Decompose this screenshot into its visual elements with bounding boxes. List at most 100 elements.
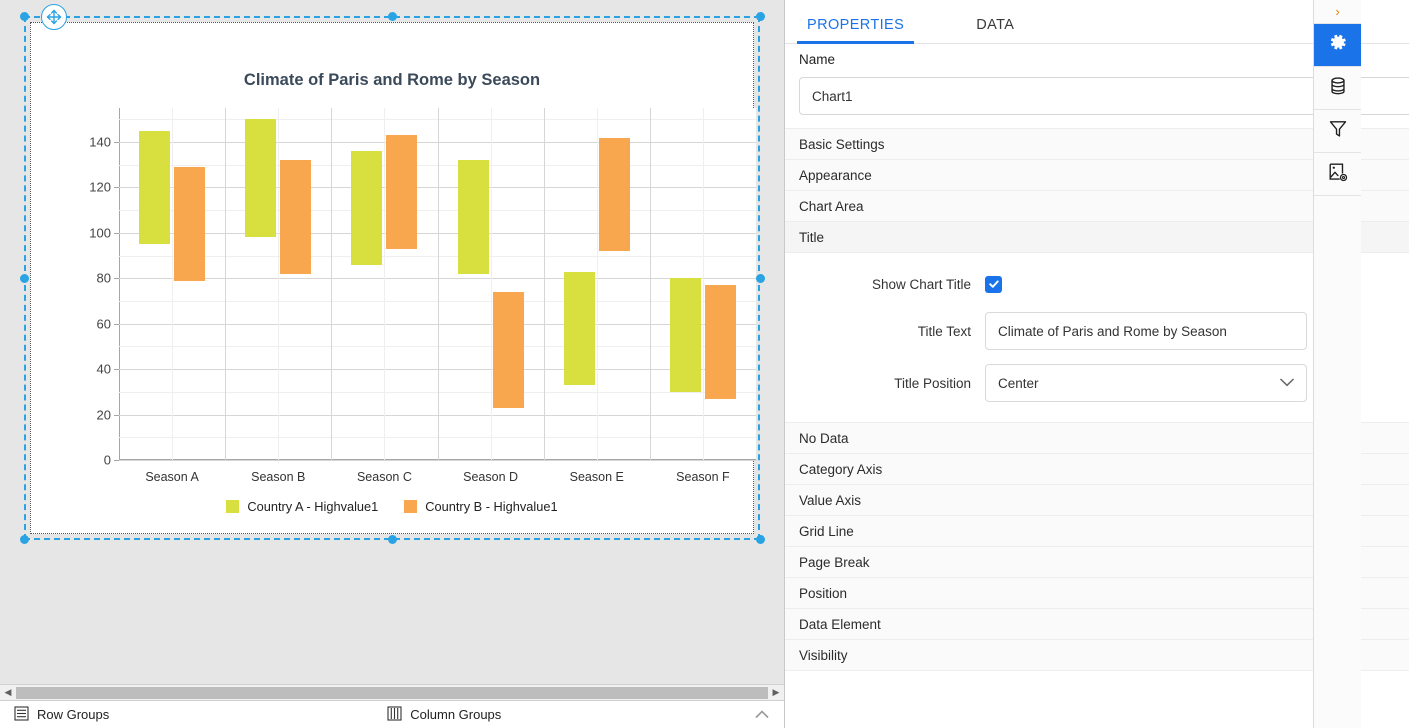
canvas-horizontal-scrollbar[interactable]: ◀ ▶ — [0, 684, 784, 700]
gridline-vertical — [649, 108, 651, 460]
accordion-label: Title — [799, 229, 825, 245]
value-axis-tick-mark — [114, 232, 119, 234]
report-designer-canvas[interactable]: Climate of Paris and Rome by Season 0 20 4… — [0, 0, 785, 728]
gridline-vertical — [543, 108, 545, 460]
resize-handle-bottom-left[interactable] — [20, 535, 29, 544]
chart-bar — [457, 160, 489, 274]
rail-button-gear[interactable] — [1314, 24, 1361, 67]
value-axis-tick-label: 120 — [89, 179, 111, 195]
category-axis-label: Season C — [356, 470, 412, 484]
accordion-label: Value Axis — [799, 492, 862, 508]
chart-plot-area: 0 20 40 60 80 100 120 140 Season A Season B Seaso… — [89, 108, 756, 484]
tab-properties[interactable]: PROPERTIES — [797, 17, 915, 44]
column-groups-label: Column Groups — [410, 707, 502, 722]
value-axis-tick-label: 0 — [103, 452, 111, 468]
value-axis-tick-label: 140 — [89, 134, 111, 150]
image-settings-icon — [1327, 161, 1349, 188]
title-text-input[interactable] — [985, 312, 1307, 350]
scrollbar-thumb[interactable] — [16, 686, 768, 699]
row-groups-button[interactable]: Row Groups — [14, 705, 110, 724]
accordion-label: Basic Settings — [799, 136, 885, 152]
title-position-value: Center — [998, 375, 1039, 391]
value-axis-tick-mark — [114, 323, 119, 325]
accordion-label: Visibility — [799, 647, 848, 663]
value-axis-tick-mark — [114, 142, 119, 144]
chart-bar — [386, 135, 418, 249]
chart-bar — [563, 271, 595, 386]
column-groups-button[interactable]: Column Groups — [387, 705, 502, 724]
category-axis-label: Season A — [145, 470, 199, 484]
gridline-horizontal — [119, 460, 756, 461]
show-chart-title-checkbox[interactable] — [985, 275, 1002, 293]
chart-bar — [139, 130, 171, 245]
accordion-label: Category Axis — [799, 461, 883, 477]
chart-bar — [704, 285, 736, 399]
triangle-right-icon[interactable]: ▶ — [768, 685, 784, 701]
chart-bar — [669, 278, 701, 392]
chart-title: Climate of Paris and Rome by Season — [243, 71, 541, 89]
value-axis-tick-label: 60 — [96, 316, 111, 332]
accordion-label: Data Element — [799, 616, 881, 632]
chart-bar — [492, 291, 524, 408]
gridline-vertical-minor — [702, 108, 704, 460]
gridline-vertical-minor — [596, 108, 598, 460]
resize-handle-top-right[interactable] — [756, 12, 765, 21]
resize-handle-top-center[interactable] — [388, 12, 397, 21]
chevron-right-icon[interactable]: › — [1314, 0, 1361, 24]
legend-swatch — [226, 500, 240, 513]
chart-bar — [598, 137, 630, 252]
resize-handle-middle-right[interactable] — [756, 274, 765, 283]
legend-label: Country A - Highvalue1 — [247, 499, 379, 514]
value-axis-tick-mark — [114, 369, 119, 371]
title-position-select[interactable]: Center — [985, 364, 1307, 402]
chart-widget[interactable]: Climate of Paris and Rome by Season 0 20 4… — [30, 22, 756, 534]
columns-icon — [387, 705, 402, 724]
value-axis-tick-label: 100 — [89, 225, 111, 241]
properties-panel: PROPERTIES DATA Name Basic Settings + Ap… — [785, 0, 1409, 728]
gridline-vertical-minor — [490, 108, 492, 460]
panel-icon-rail: › — [1313, 0, 1361, 728]
accordion-label: Page Break — [799, 554, 870, 570]
gridline-vertical — [225, 108, 227, 460]
value-axis-tick-mark — [114, 187, 119, 189]
database-icon — [1327, 75, 1349, 102]
accordion-label: Appearance — [799, 167, 872, 183]
gridline-vertical-minor — [278, 108, 280, 460]
scrollbar-track[interactable] — [16, 685, 768, 701]
accordion-label: No Data — [799, 430, 849, 446]
gridline-vertical — [437, 108, 439, 460]
row-groups-label: Row Groups — [37, 707, 110, 722]
value-axis-tick-mark — [114, 414, 119, 416]
canvas-viewport: Climate of Paris and Rome by Season 0 20 4… — [0, 0, 785, 672]
resize-handle-bottom-center[interactable] — [388, 535, 397, 544]
category-axis-label: Season B — [251, 470, 306, 484]
accordion-label: Chart Area — [799, 198, 864, 214]
move-cross-icon[interactable] — [41, 4, 67, 30]
chevron-up-icon[interactable] — [754, 706, 770, 723]
chart-bar — [351, 151, 383, 265]
title-position-label: Title Position — [894, 375, 971, 391]
category-axis-label: Season D — [463, 470, 519, 484]
resize-handle-bottom-right[interactable] — [756, 535, 765, 544]
gridline-vertical-minor — [172, 108, 174, 460]
legend-label: Country B - Highvalue1 — [425, 499, 558, 514]
legend-item: Country A - Highvalue1 — [226, 499, 378, 514]
legend-item: Country B - Highvalue1 — [404, 499, 558, 514]
resize-handle-top-left[interactable] — [20, 12, 29, 21]
value-axis-tick-label: 20 — [96, 407, 111, 423]
rail-button-filter[interactable] — [1314, 110, 1361, 153]
resize-handle-middle-left[interactable] — [20, 274, 29, 283]
value-axis-tick-mark — [114, 460, 119, 461]
triangle-left-icon[interactable]: ◀ — [0, 685, 16, 701]
show-chart-title-label: Show Chart Title — [871, 276, 971, 292]
groups-status-bar: Row Groups Column Groups — [0, 700, 784, 728]
tab-data[interactable]: DATA — [966, 17, 1024, 43]
accordion-label: Grid Line — [799, 523, 854, 539]
gear-icon — [1326, 31, 1349, 59]
rail-button-image-settings[interactable] — [1314, 153, 1361, 196]
value-axis-tick-mark — [114, 278, 119, 280]
legend-swatch — [404, 500, 418, 513]
rail-button-dataset[interactable] — [1314, 67, 1361, 110]
gridline-vertical — [331, 108, 333, 460]
category-axis-label: Season E — [569, 470, 624, 484]
